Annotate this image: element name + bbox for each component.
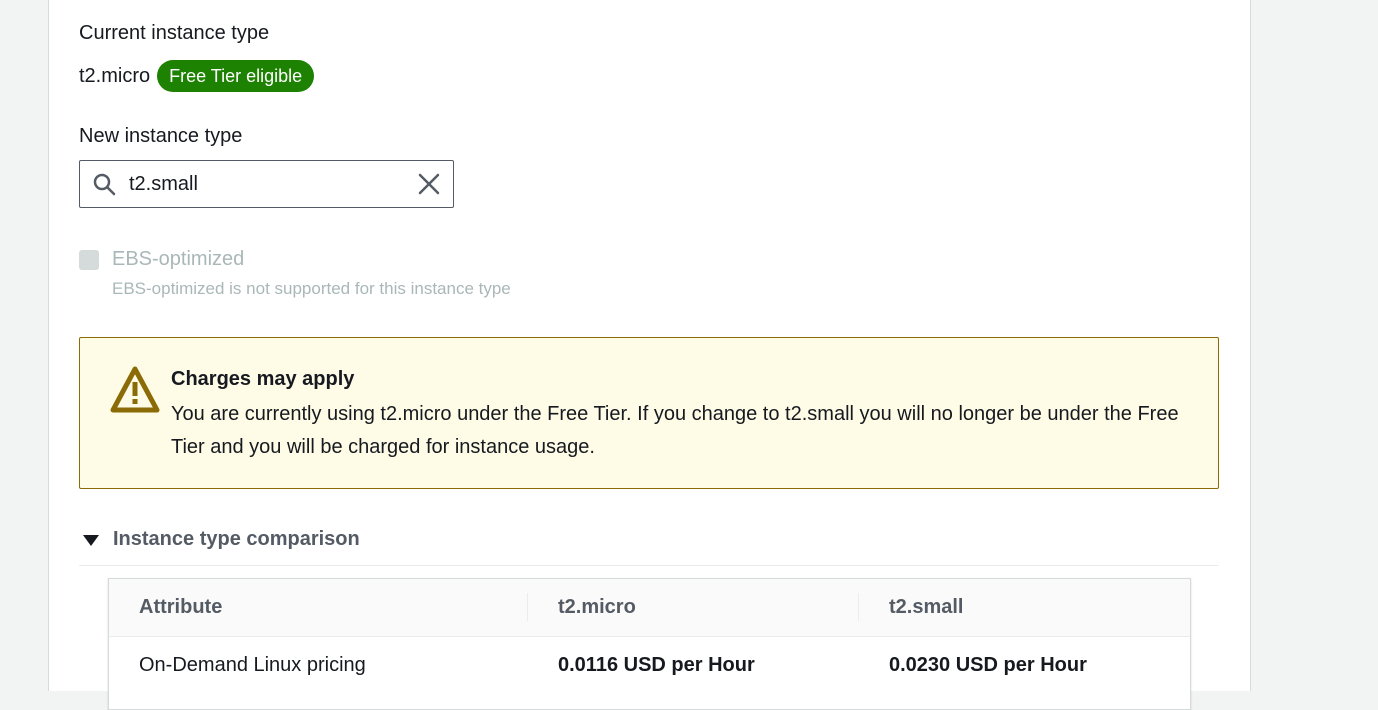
row-t2-small-value: 0.0230 USD per Hour bbox=[889, 654, 1087, 676]
search-icon bbox=[93, 173, 116, 196]
header-t2-micro: t2.micro bbox=[558, 596, 636, 618]
charges-warning-alert: Charges may apply You are currently usin… bbox=[79, 337, 1219, 489]
column-divider bbox=[527, 593, 528, 621]
table-header: Attribute t2.micro t2.small bbox=[109, 579, 1190, 637]
alert-title: Charges may apply bbox=[171, 368, 355, 390]
current-instance-type-value: t2.micro bbox=[79, 64, 151, 87]
row-attribute: On-Demand Linux pricing bbox=[139, 654, 366, 676]
column-divider bbox=[858, 593, 859, 621]
comparison-table: Attribute t2.micro t2.small On-Demand Li… bbox=[108, 578, 1191, 710]
new-instance-type-value[interactable]: t2.small bbox=[129, 173, 198, 196]
instance-type-comparison-toggle[interactable]: Instance type comparison bbox=[83, 528, 360, 551]
row-t2-micro-value: 0.0116 USD per Hour bbox=[558, 654, 755, 676]
header-t2-small: t2.small bbox=[889, 596, 964, 618]
ebs-optimized-label: EBS-optimized bbox=[112, 248, 245, 270]
section-divider bbox=[79, 565, 1219, 566]
ebs-optimized-description: EBS-optimized is not supported for this … bbox=[112, 279, 511, 298]
current-instance-type-label: Current instance type bbox=[79, 22, 270, 44]
close-icon[interactable] bbox=[417, 172, 441, 196]
current-instance-type: t2.micro Free Tier eligible bbox=[79, 60, 315, 92]
header-attribute: Attribute bbox=[139, 596, 223, 618]
instance-type-comparison-title: Instance type comparison bbox=[113, 528, 360, 550]
warning-icon bbox=[110, 366, 160, 413]
ebs-optimized-checkbox[interactable] bbox=[79, 250, 99, 270]
alert-body: You are currently using t2.micro under t… bbox=[171, 403, 1179, 458]
new-instance-type-input[interactable]: t2.small bbox=[79, 160, 454, 208]
free-tier-badge: Free Tier eligible bbox=[157, 60, 315, 92]
new-instance-type-label: New instance type bbox=[79, 125, 243, 147]
caret-down-icon bbox=[83, 535, 99, 546]
